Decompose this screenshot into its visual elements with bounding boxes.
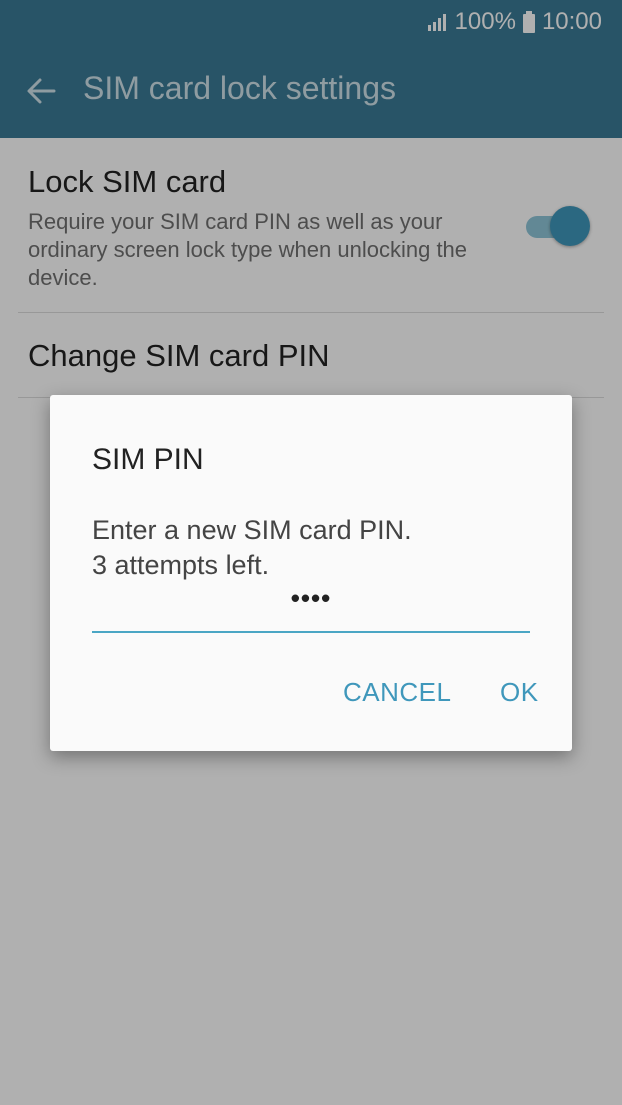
ok-button[interactable]: OK: [500, 677, 539, 708]
cancel-button[interactable]: CANCEL: [343, 677, 451, 708]
pin-input[interactable]: ••••: [92, 583, 530, 633]
dialog-title: SIM PIN: [92, 443, 204, 476]
dialog-message: Enter a new SIM card PIN. 3 attempts lef…: [92, 513, 532, 583]
dialog-message-line2: 3 attempts left.: [92, 550, 270, 580]
sim-pin-dialog: SIM PIN Enter a new SIM card PIN. 3 atte…: [50, 395, 572, 751]
pin-input-underline: [92, 631, 530, 633]
pin-input-value: ••••: [290, 583, 332, 613]
dialog-message-line1: Enter a new SIM card PIN.: [92, 515, 412, 545]
